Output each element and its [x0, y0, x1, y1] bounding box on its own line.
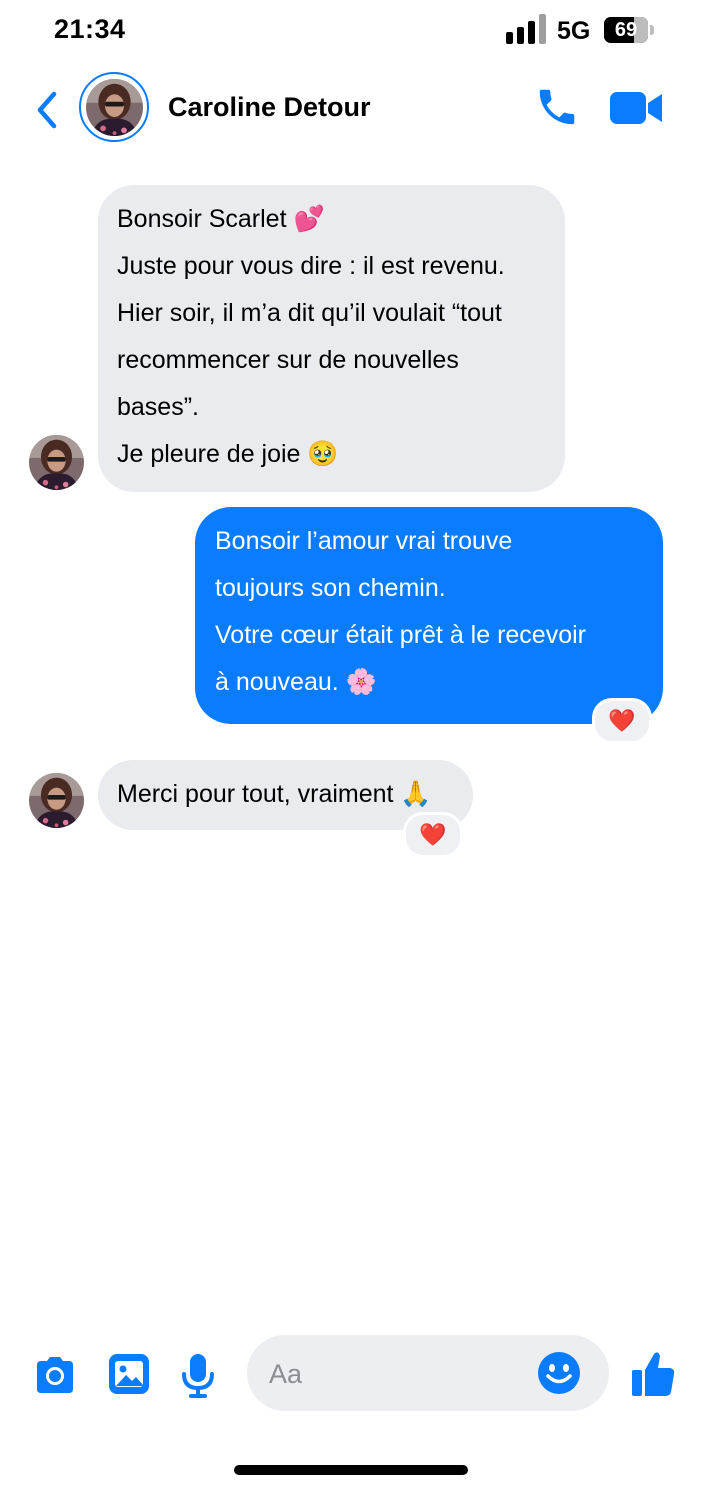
- outgoing-message-bubble[interactable]: Bonsoir l’amour vrai trouve toujours son…: [195, 507, 663, 724]
- phone-icon: [539, 89, 575, 125]
- status-time: 21:34: [54, 14, 126, 44]
- message-input[interactable]: [267, 1335, 531, 1413]
- heart-reaction[interactable]: ❤️: [403, 812, 463, 858]
- video-call-button[interactable]: [608, 88, 664, 128]
- incoming-message-bubble[interactable]: Bonsoir Scarlet 💕 Juste pour vous dire :…: [98, 185, 565, 492]
- like-button[interactable]: [630, 1350, 676, 1398]
- avatar: [86, 79, 143, 136]
- chevron-left-icon: [37, 91, 57, 129]
- sender-avatar[interactable]: [29, 773, 84, 828]
- message-line: toujours son chemin.: [215, 574, 446, 602]
- contact-avatar[interactable]: [86, 79, 143, 136]
- image-icon: [109, 1354, 149, 1394]
- thumbs-up-icon: [632, 1352, 675, 1396]
- status-bar: 21:34 5G 69: [0, 0, 702, 62]
- emoji-icon: [538, 1352, 580, 1394]
- message-composer: [0, 1330, 702, 1420]
- sender-avatar[interactable]: [29, 435, 84, 490]
- message-input-container: [247, 1335, 609, 1413]
- message-line: Je pleure de joie 🥹: [117, 440, 339, 468]
- camera-button[interactable]: [33, 1355, 77, 1395]
- back-button[interactable]: [30, 88, 66, 132]
- message-line: Merci pour tout, vraiment 🙏: [117, 780, 432, 808]
- heart-reaction[interactable]: ❤️: [592, 698, 652, 744]
- avatar: [29, 435, 84, 490]
- signal-strength-icon: [506, 14, 550, 44]
- battery-icon: 69: [604, 17, 648, 43]
- message-line: Hier soir, il m’a dit qu’il voulait “tou…: [117, 299, 502, 327]
- network-type: 5G: [557, 17, 591, 45]
- microphone-icon: [182, 1354, 214, 1398]
- camera-icon: [37, 1357, 73, 1393]
- message-line: bases”.: [117, 393, 199, 421]
- message-line: recommencer sur de nouvelles: [117, 346, 459, 374]
- message-line: Bonsoir l’amour vrai trouve: [215, 527, 513, 555]
- voice-message-button[interactable]: [180, 1352, 216, 1400]
- avatar: [29, 773, 84, 828]
- message-line: Votre cœur était prêt à le recevoir: [215, 621, 586, 649]
- message-line: Juste pour vous dire : il est revenu.: [117, 252, 505, 280]
- chat-header: Caroline Detour: [0, 62, 702, 156]
- gallery-button[interactable]: [107, 1352, 151, 1396]
- battery-percentage: 69: [614, 19, 638, 41]
- video-camera-icon: [610, 92, 662, 124]
- contact-name[interactable]: Caroline Detour: [168, 92, 371, 123]
- home-indicator: [234, 1465, 468, 1475]
- battery-tip: [650, 25, 654, 35]
- emoji-button[interactable]: [537, 1351, 581, 1395]
- message-line: Bonsoir Scarlet 💕: [117, 205, 325, 233]
- message-line: à nouveau. 🌸: [215, 668, 377, 696]
- audio-call-button[interactable]: [534, 84, 580, 130]
